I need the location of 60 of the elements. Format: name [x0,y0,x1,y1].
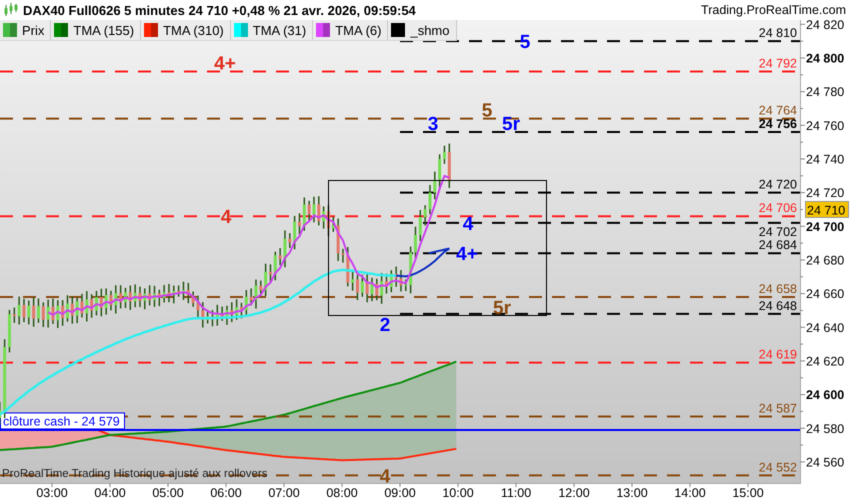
axis-tick-label: 15:00 [732,486,764,500]
level-value-label: 24 810 [758,26,797,40]
legend-item[interactable]: TMA (6) [313,20,388,41]
level-value-label: 24 552 [758,460,797,474]
axis-tick-label: 07:00 [268,486,300,500]
axis-tick-label: 10:00 [442,486,474,500]
level-value-label: 24 706 [758,201,797,216]
axis-tick-label: 24 580 [806,422,844,436]
axis-tick-label: 24 800 [806,52,844,66]
level-value-label: 24 792 [758,56,797,70]
level-value-label: 24 619 [758,348,797,362]
level-marker: 4 [380,466,390,488]
site-link[interactable]: Trading.ProRealTime.com [701,3,850,17]
level-marker: 5 [482,100,492,122]
level-marker: 5r [502,114,520,136]
level-marker: 2 [380,314,390,336]
level-value-label: 24 756 [758,117,797,132]
axis-tick-label: 03:00 [36,486,68,500]
axis-tick-label: 06:00 [210,486,242,500]
axis-tick-label: 24 620 [806,354,844,368]
axis-tick-label: 24 780 [806,85,844,100]
axis-tick-label: 24 740 [806,152,844,166]
level-value-label: 24 702 [758,224,797,239]
level-marker: 3 [428,114,438,136]
level-marker: 4+ [456,244,478,266]
axis-tick-label: 24 640 [806,320,844,335]
level-value-label: 24 684 [758,238,797,252]
axis-tick-label: 08:00 [326,486,358,500]
candlestick-icon [3,3,19,17]
level-marker: 4 [462,214,474,235]
legend-item[interactable]: _shmo [388,20,456,41]
legend-item[interactable]: TMA (310) [141,20,231,41]
level-value-label: 24 720 [758,178,797,192]
current-price-tag: 24 710 [805,200,849,218]
axis-tick-label: 13:00 [616,486,648,500]
chart-title: DAX40 Full0626 5 minutes 24 710 +0,48 % 21 avr. 2026, 09:59:54 [23,2,416,18]
level-value-label: 24 658 [758,282,797,296]
legend-item[interactable]: TMA (155) [51,20,142,41]
level-value-label: 24 648 [758,298,797,313]
axis-tick-label: 24 560 [806,455,844,470]
legend-item[interactable]: TMA (31) [230,20,314,41]
axis-tick-label: 24 720 [806,186,844,200]
level-value-label: 24 587 [758,401,797,416]
level-value-label: 24 764 [758,104,797,118]
close-level-tag: clôture cash - 24 579 [0,412,125,430]
level-marker: 4 [220,207,232,228]
axis-tick-label: 24 820 [806,20,844,32]
axis-tick-label: 05:00 [152,486,184,500]
level-marker: 4+ [214,53,236,74]
axis-tick-label: 12:00 [558,486,590,500]
axis-tick-label: 04:00 [94,486,126,500]
axis-tick-label: 11:00 [500,486,532,500]
axis-tick-label: 09:00 [384,486,416,500]
axis-tick-label: 24 660 [806,287,844,302]
axis-tick-label: 14:00 [674,486,706,500]
axis-tick-label: 24 600 [806,388,844,402]
axis-tick-label: 24 700 [806,220,844,234]
axis-tick-label: 24 680 [806,253,844,268]
legend-item[interactable]: Prix [0,20,52,41]
axis-tick-label: 24 760 [806,118,844,133]
